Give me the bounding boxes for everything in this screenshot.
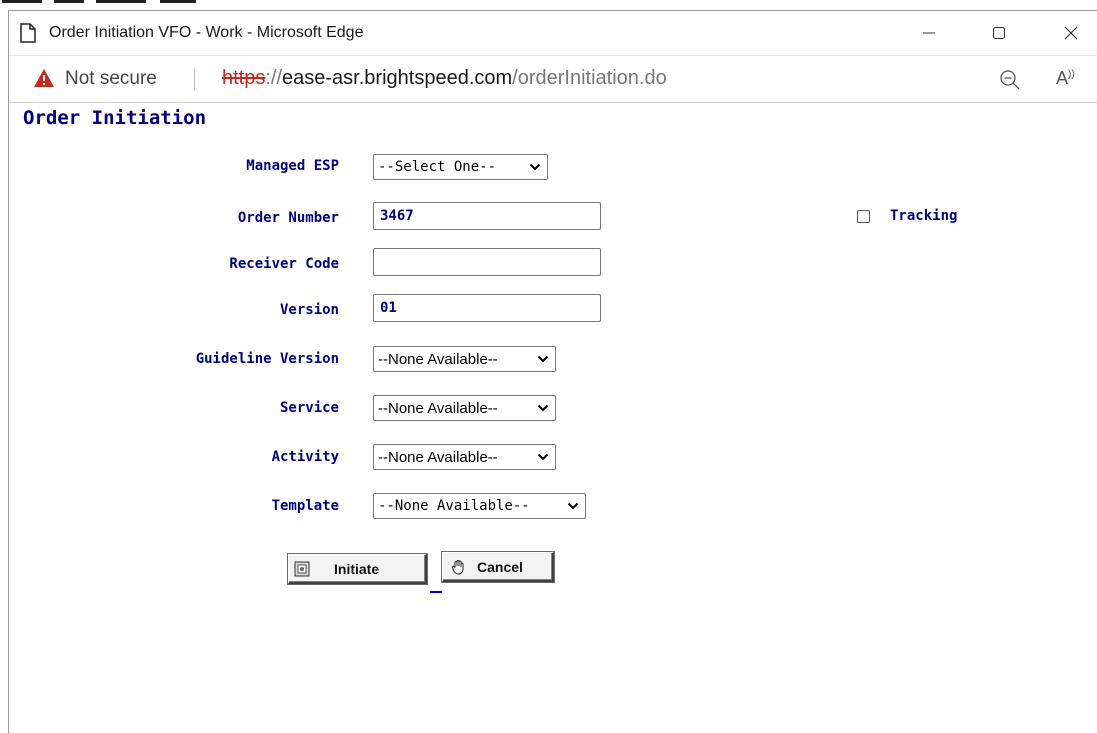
initiate-button[interactable]: Initiate (288, 554, 427, 584)
background-decoration (160, 0, 196, 3)
tracking-label[interactable]: Tracking (890, 208, 957, 224)
page-title: Order Initiation (23, 107, 207, 129)
guideline-version-label: Guideline Version (195, 351, 339, 367)
url-host: ease-asr.brightspeed.com (282, 67, 513, 89)
background-decoration (54, 0, 84, 3)
cancel-button[interactable]: Cancel (442, 552, 554, 582)
template-value: --None Available-- (378, 498, 530, 514)
activity-value: --None Available-- (378, 448, 498, 466)
guideline-version-select[interactable]: --None Available-- (373, 346, 556, 372)
minimize-icon (923, 32, 935, 34)
maximize-button[interactable] (977, 19, 1021, 47)
receiver-code-label: Receiver Code (229, 256, 339, 272)
template-select[interactable]: --None Available-- (373, 493, 586, 519)
address-bar: Not secure https://ease-asr.brightspeed.… (9, 56, 1097, 103)
tracking-checkbox[interactable] (857, 210, 870, 223)
address-divider (194, 68, 195, 90)
chevron-down-icon (529, 163, 541, 171)
guideline-version-value: --None Available-- (378, 350, 498, 368)
url-path: /orderInitiation.do (512, 67, 667, 89)
document-icon (294, 561, 310, 576)
cancel-label: Cancel (477, 558, 523, 575)
security-status[interactable]: Not secure (65, 68, 157, 90)
read-aloud-icon[interactable]: A)) (1056, 68, 1075, 89)
background-decoration (2, 0, 42, 3)
chevron-down-icon (537, 453, 549, 461)
title-bar: Order Initiation VFO - Work - Microsoft … (9, 11, 1097, 56)
receiver-code-input[interactable] (373, 248, 601, 276)
browser-window: Order Initiation VFO - Work - Microsoft … (8, 10, 1097, 733)
maximize-icon (993, 27, 1005, 39)
managed-esp-select[interactable]: --Select One-- (373, 154, 548, 180)
order-number-label: Order Number (237, 210, 339, 226)
chevron-down-icon (567, 502, 579, 510)
link-underscore[interactable] (430, 591, 442, 593)
service-value: --None Available-- (378, 399, 498, 417)
template-label: Template (271, 498, 339, 514)
service-label: Service (279, 400, 339, 416)
url-separator: :// (265, 67, 283, 89)
activity-select[interactable]: --None Available-- (373, 444, 556, 470)
url-protocol: https (222, 67, 266, 89)
warning-icon[interactable] (33, 68, 55, 88)
activity-label: Activity (271, 449, 339, 465)
close-icon (1064, 26, 1078, 40)
minimize-button[interactable] (907, 19, 951, 47)
initiate-label: Initiate (334, 560, 380, 577)
url-field[interactable]: https://ease-asr.brightspeed.com/orderIn… (222, 67, 667, 90)
service-select[interactable]: --None Available-- (373, 395, 556, 421)
managed-esp-value: --Select One-- (378, 159, 497, 175)
background-window-edge (0, 0, 1097, 10)
version-input[interactable]: 01 (373, 294, 601, 322)
chevron-down-icon (537, 404, 549, 412)
order-number-input[interactable]: 3467 (373, 202, 601, 230)
background-decoration (96, 0, 146, 3)
hand-icon (452, 559, 464, 575)
chevron-down-icon (537, 355, 549, 363)
page-icon (20, 23, 36, 43)
version-label: Version (279, 302, 339, 318)
window-title: Order Initiation VFO - Work - Microsoft … (49, 24, 364, 41)
zoom-out-icon[interactable] (999, 69, 1021, 91)
close-button[interactable] (1049, 19, 1093, 47)
page-content: Order Initiation Managed ESP --Select On… (9, 103, 1097, 733)
managed-esp-label: Managed ESP (246, 158, 339, 174)
